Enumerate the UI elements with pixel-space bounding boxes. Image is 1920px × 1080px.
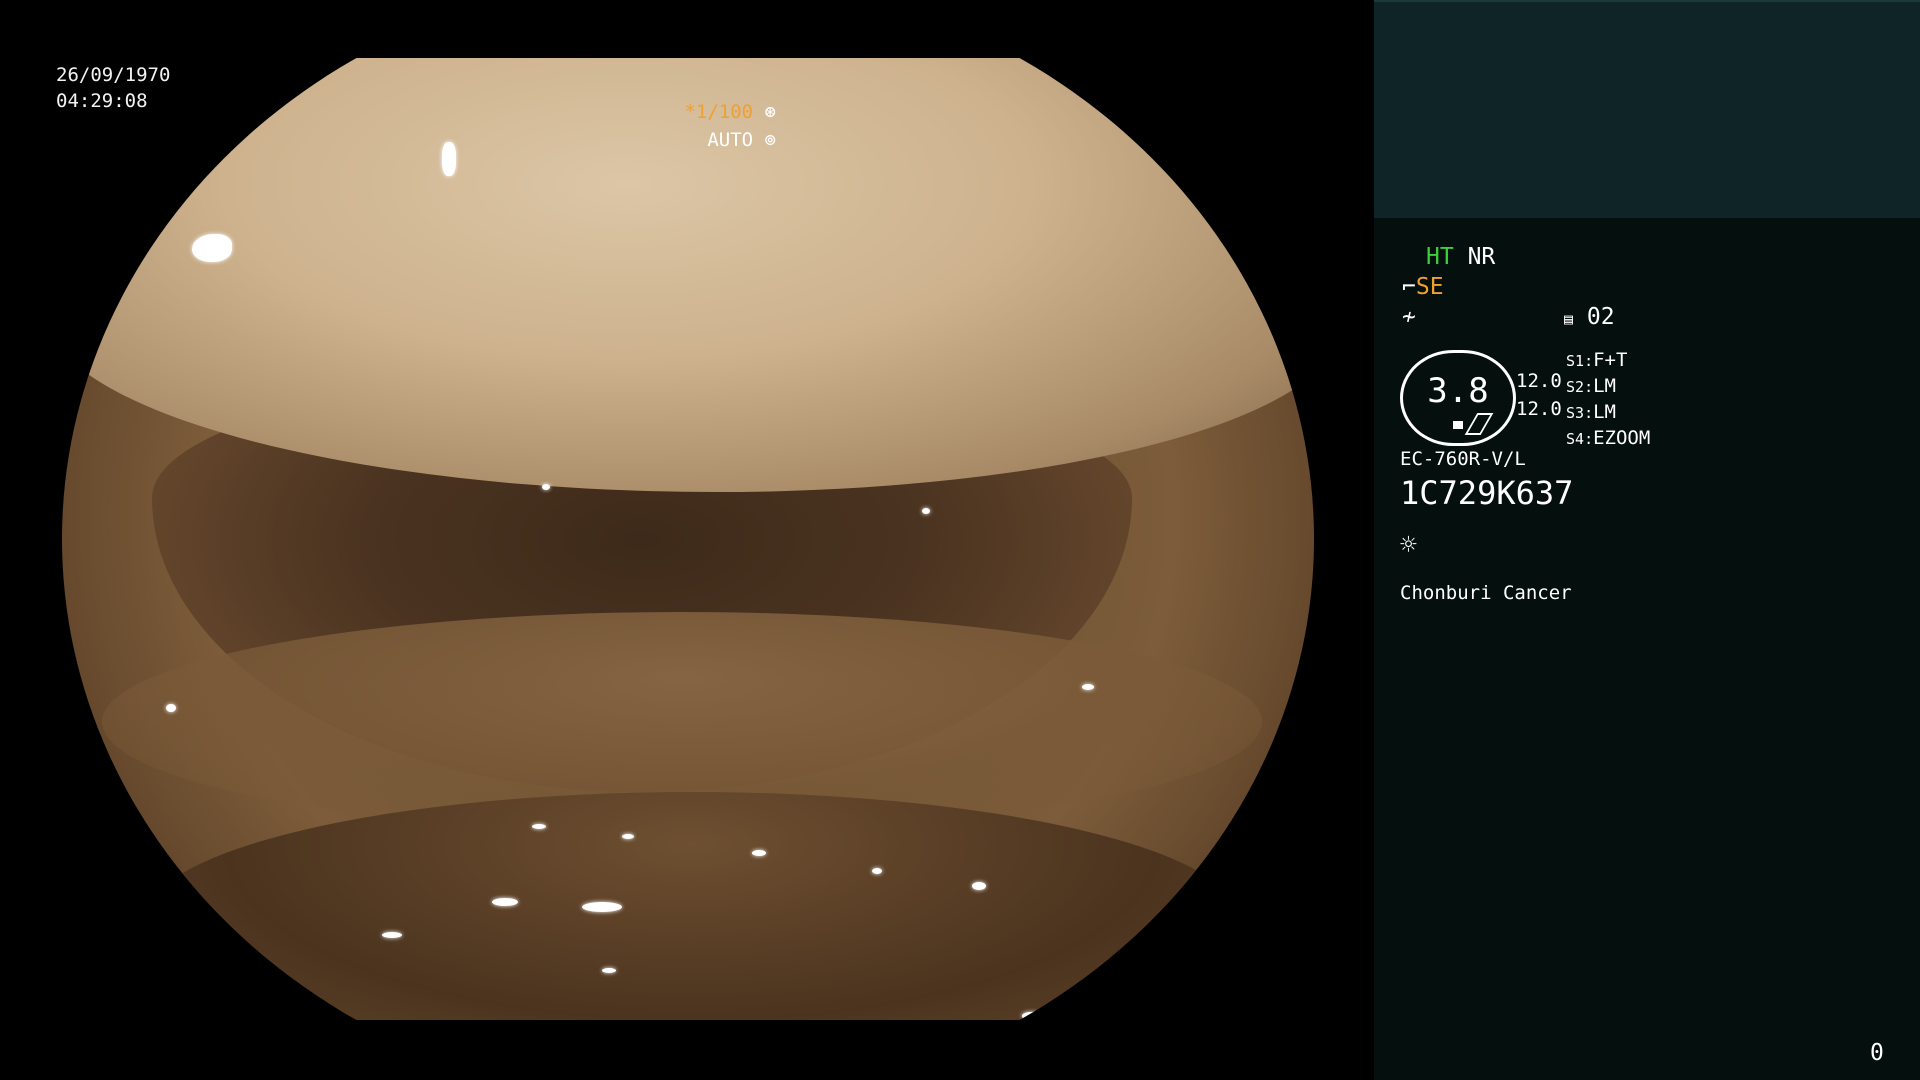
light-icon: ☼ (1400, 528, 1417, 561)
memo-icon: ▤ (1564, 310, 1574, 328)
specular-highlight (382, 932, 402, 938)
timestamp: 26/09/1970 04:29:08 (56, 62, 170, 114)
specular-highlight (492, 898, 518, 906)
switch-list: S1:F+T S2:LM S3:LM S4:EZOOM (1566, 348, 1650, 452)
auto-icon: ⊚ (764, 129, 776, 151)
panel-header-area (1374, 0, 1920, 218)
scope-model: EC-760R-V/L (1400, 448, 1526, 470)
info-panel: HT NR ⌐SE ≁ ▤ 02 3.8 12.0 12.0 S1:F+T S2… (1374, 0, 1920, 1080)
memo-row: ▤ 02 (1564, 304, 1615, 330)
specular-highlight (542, 484, 550, 490)
specular-highlight (532, 824, 546, 829)
auto-mode: AUTO (707, 129, 754, 151)
specular-highlight (1082, 684, 1094, 690)
switch-key: S2 (1566, 378, 1585, 396)
specular-highlight (602, 968, 616, 973)
specular-highlight (922, 508, 930, 514)
exposure-info: *1/100 ⊛ AUTO ⊚ (684, 98, 776, 154)
zoom-value: 3.8 (1427, 371, 1489, 411)
switch-key: S3 (1566, 404, 1585, 422)
switch-key: S4 (1566, 430, 1585, 448)
switch-key: S1 (1566, 352, 1585, 370)
frame-counter: 0 (1870, 1040, 1884, 1066)
endoscope-view: 26/09/1970 04:29:08 *1/100 ⊛ AUTO ⊚ (0, 0, 1374, 1080)
specular-highlight (166, 704, 176, 712)
hospital-name: Chonburi Cancer (1400, 582, 1572, 604)
specular-highlight (622, 834, 634, 839)
ht-label: HT (1426, 244, 1454, 270)
switch-row: S1:F+T (1566, 349, 1628, 371)
se-row: ⌐SE (1402, 274, 1444, 300)
zoom-dial: 3.8 (1400, 350, 1516, 446)
shutter-speed: *1/100 (684, 101, 754, 123)
scope-serial: 1C729K637 (1400, 474, 1574, 512)
switch-value: EZOOM (1593, 427, 1651, 449)
switch-row: S4:EZOOM (1566, 427, 1651, 449)
shutter-icon: ⊛ (764, 101, 776, 123)
shutter-row: *1/100 ⊛ (684, 98, 776, 126)
endoscope-disc (62, 58, 1314, 1020)
endoscope-image (62, 58, 1314, 1020)
value-2: 12.0 (1516, 398, 1562, 420)
date-text: 26/09/1970 (56, 64, 171, 86)
se-label: SE (1415, 274, 1444, 300)
switch-value: F+T (1593, 349, 1628, 371)
page-number: 02 (1586, 304, 1615, 330)
value-1: 12.0 (1516, 370, 1562, 392)
mucosal-fold-lower (142, 792, 1242, 1020)
switch-row: S3:LM (1566, 401, 1616, 423)
specular-highlight (192, 234, 232, 262)
auto-row: AUTO ⊚ (684, 126, 776, 154)
specular-highlight (442, 142, 456, 176)
switch-value: LM (1593, 401, 1616, 423)
specular-highlight (1022, 1012, 1040, 1020)
switch-value: LM (1593, 375, 1616, 397)
specular-highlight (582, 902, 622, 912)
switch-row: S2:LM (1566, 375, 1616, 397)
time-text: 04:29:08 (56, 90, 148, 112)
ht-nr-row: HT NR (1426, 244, 1495, 270)
curve-icon: ⌐ (1402, 274, 1416, 300)
zoom-indicator (1453, 421, 1463, 429)
specular-highlight (872, 868, 882, 874)
zoom-hand-icon (1464, 413, 1494, 435)
specular-highlight (972, 882, 986, 890)
nr-label: NR (1467, 244, 1496, 270)
specular-highlight (752, 850, 766, 856)
freeze-icon: ≁ (1402, 304, 1416, 330)
